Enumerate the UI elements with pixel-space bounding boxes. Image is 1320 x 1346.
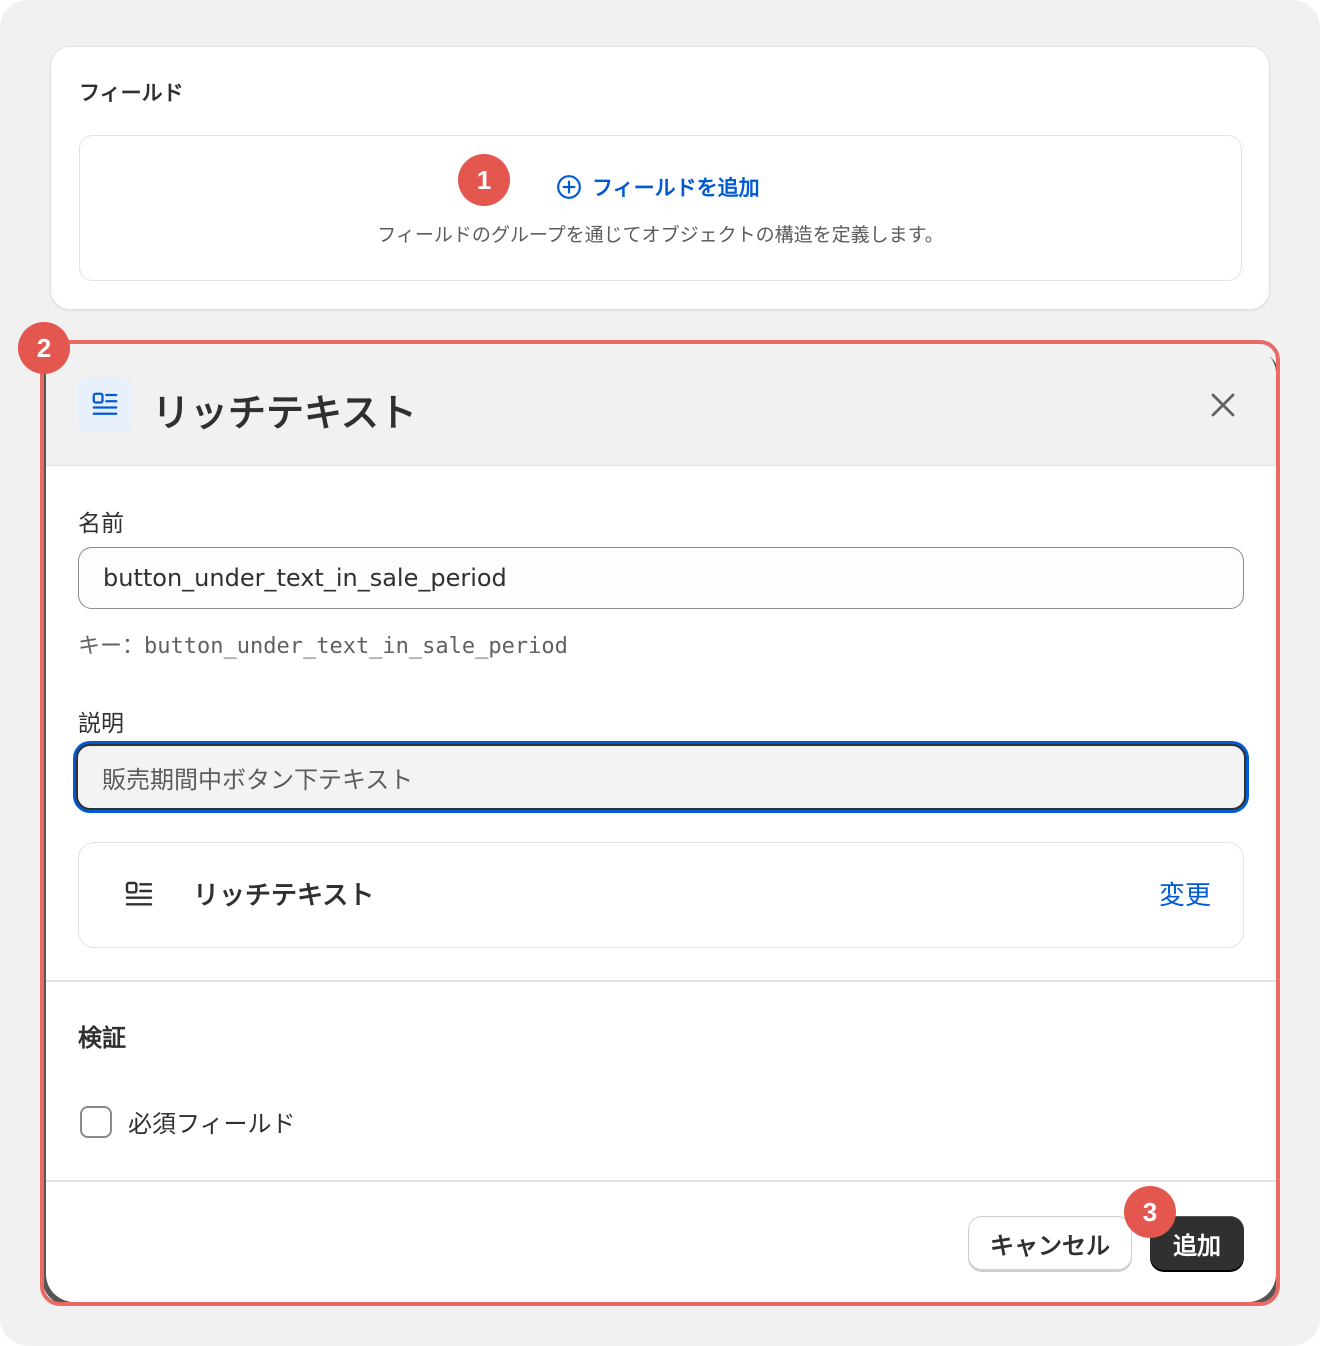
page-background: フィールド フィールドを追加 フィールドのグループを通じてオブジェクトの構造を定… xyxy=(0,0,1320,1346)
step-marker-2: 2 xyxy=(18,322,70,374)
fields-description: フィールドのグループを通じてオブジェクトの構造を定義します。 xyxy=(377,224,944,246)
step-marker-3: 3 xyxy=(1124,1186,1176,1238)
add-field-button[interactable]: フィールドを追加 xyxy=(556,172,760,202)
fields-card: フィールド フィールドを追加 フィールドのグループを通じてオブジェクトの構造を定… xyxy=(50,46,1270,310)
step-marker-1: 1 xyxy=(458,154,510,206)
plus-circle-icon xyxy=(557,175,581,199)
fields-card-title: フィールド xyxy=(79,81,184,105)
fields-empty-state: フィールドを追加 フィールドのグループを通じてオブジェクトの構造を定義します。 xyxy=(79,135,1242,281)
add-field-label: フィールドを追加 xyxy=(592,176,760,200)
modal-highlight-frame xyxy=(40,340,1280,1306)
